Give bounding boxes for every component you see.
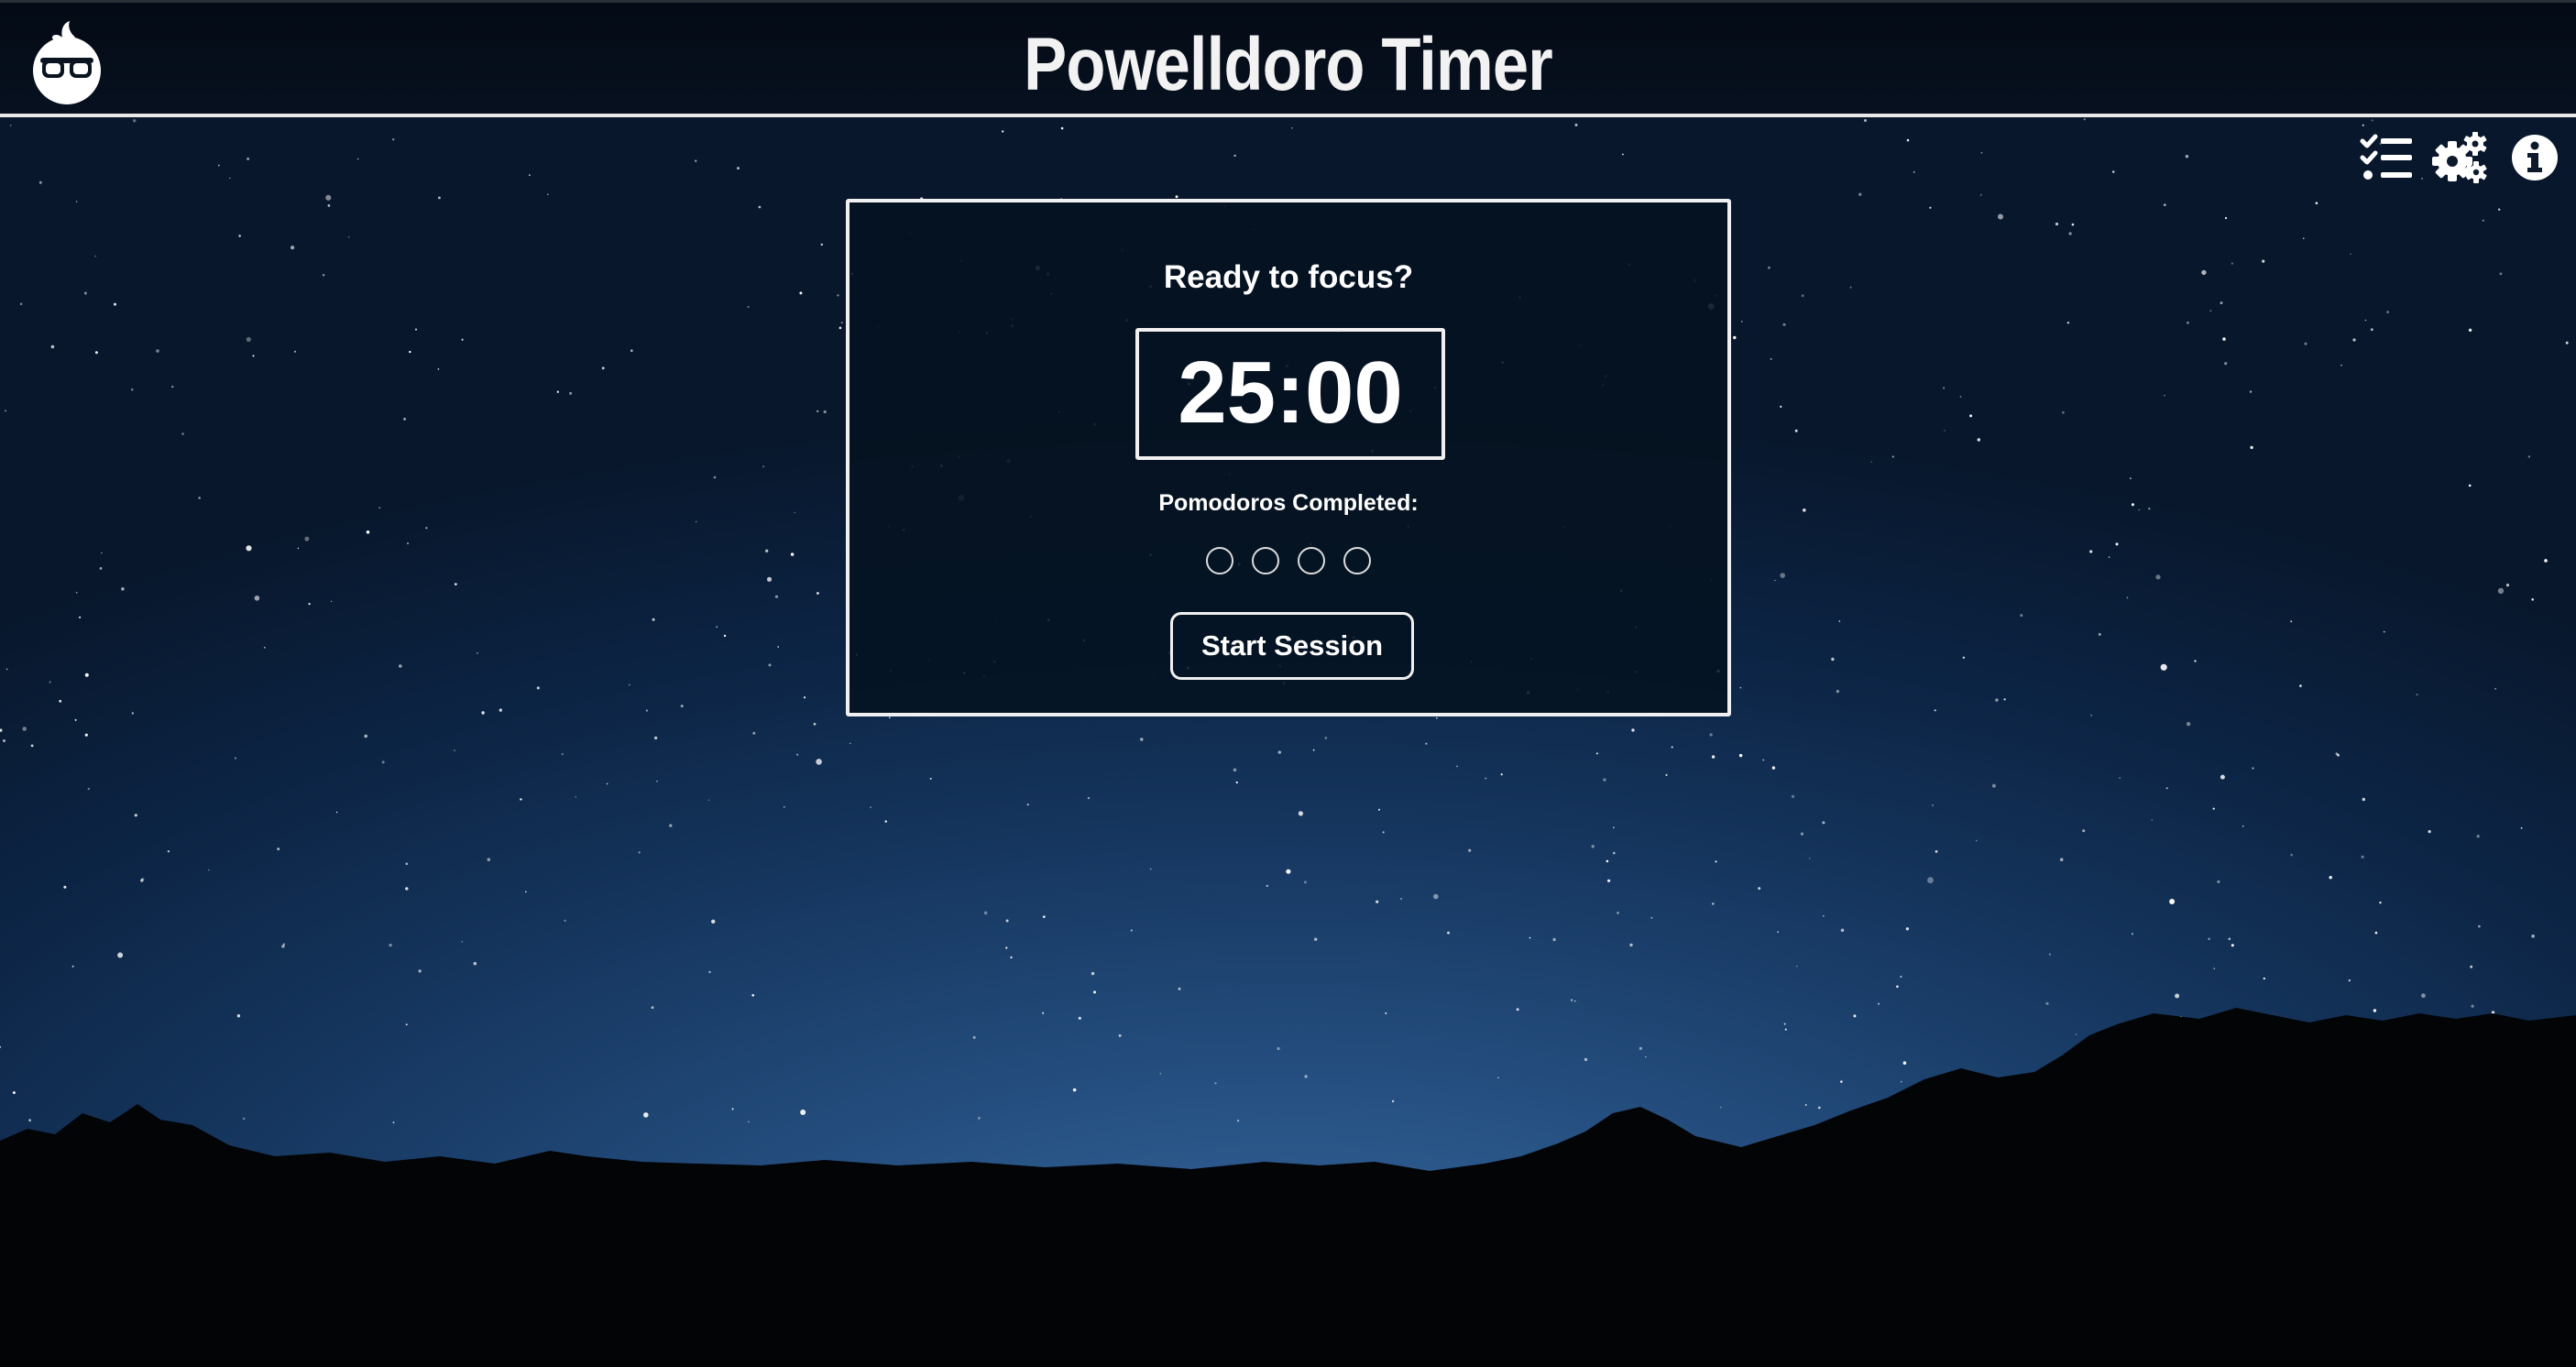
timer-display: 25:00 bbox=[1135, 328, 1445, 460]
header-divider bbox=[0, 114, 2576, 117]
nerd-tomato-logo-icon[interactable] bbox=[29, 17, 104, 105]
task-list-icon[interactable] bbox=[2359, 130, 2414, 185]
pomodoro-indicator bbox=[1252, 547, 1279, 574]
app-header: Powelldoro Timer bbox=[0, 0, 2576, 115]
treeline-silhouette bbox=[0, 1008, 2576, 1367]
app-title: Powelldoro Timer bbox=[1024, 23, 1553, 106]
start-session-button[interactable]: Start Session bbox=[1170, 612, 1414, 680]
pomodoros-completed-label: Pomodoros Completed: bbox=[1158, 490, 1419, 516]
pomodoro-indicators bbox=[850, 547, 1727, 578]
focus-prompt: Ready to focus? bbox=[1163, 259, 1414, 295]
pomodoro-indicator bbox=[1298, 547, 1325, 574]
pomodoro-indicator bbox=[1343, 547, 1371, 574]
pomodoro-indicator bbox=[1206, 547, 1233, 574]
timer-card: Ready to focus? 25:00 Pomodoros Complete… bbox=[846, 199, 1731, 716]
info-icon[interactable] bbox=[2507, 130, 2562, 185]
settings-gears-icon[interactable] bbox=[2432, 130, 2487, 185]
